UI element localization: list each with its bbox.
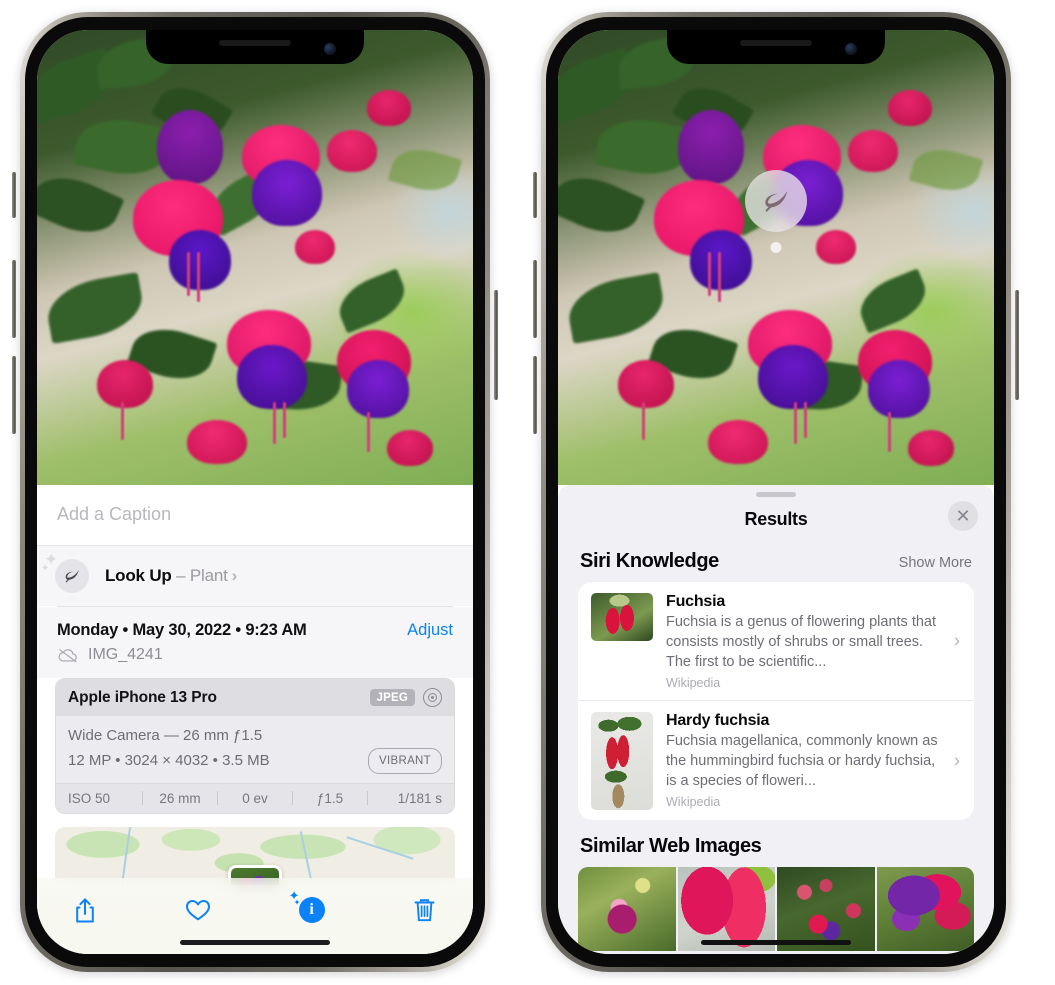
result-title: Fuchsia bbox=[666, 593, 726, 610]
siri-knowledge-header: Siri Knowledge Show More bbox=[558, 544, 994, 582]
siri-knowledge-card: Fuchsia Fuchsia is a genus of flowering … bbox=[578, 582, 974, 820]
favorite-button[interactable] bbox=[176, 890, 220, 930]
front-camera-icon bbox=[324, 43, 336, 55]
silent-switch[interactable] bbox=[12, 172, 16, 218]
result-title: Hardy fuchsia bbox=[666, 712, 770, 729]
notch-right bbox=[667, 30, 885, 64]
similar-web-images-strip[interactable] bbox=[578, 867, 974, 951]
volume-down-button[interactable] bbox=[12, 356, 16, 434]
phone-bezel-left: Add a Caption ✦ ✦ Look Up – Plant › Mond… bbox=[25, 17, 485, 967]
exif-aperture: ƒ1.5 bbox=[316, 790, 344, 806]
result-source: Wikipedia bbox=[666, 795, 721, 809]
location-map-preview[interactable] bbox=[55, 826, 455, 885]
list-item[interactable]: Hardy fuchsia Fuchsia magellanica, commo… bbox=[578, 700, 974, 820]
exif-ev: 0 ev bbox=[242, 790, 268, 806]
file-name: IMG_4241 bbox=[88, 646, 163, 663]
leaf-icon: ✦ ✦ bbox=[41, 551, 89, 593]
camera-info-card: Apple iPhone 13 Pro JPEG Wide Camera — 2… bbox=[55, 678, 455, 814]
camera-device: Apple iPhone 13 Pro bbox=[68, 688, 217, 706]
chevron-right-icon: › bbox=[231, 566, 238, 585]
camera-header: Apple iPhone 13 Pro JPEG bbox=[56, 679, 454, 716]
exif-focal: 26 mm bbox=[159, 790, 201, 806]
photo-foliage bbox=[558, 30, 994, 485]
adjust-button[interactable]: Adjust bbox=[407, 621, 453, 640]
similar-web-images-title: Similar Web Images bbox=[580, 835, 762, 857]
volume-up-button[interactable] bbox=[533, 260, 537, 338]
photo-viewer-left[interactable] bbox=[37, 30, 473, 485]
photo-date: Monday • May 30, 2022 • 9:23 AM bbox=[57, 621, 307, 639]
result-description: Fuchsia magellanica, commonly known as t… bbox=[666, 733, 938, 789]
cloud-slash-icon bbox=[57, 648, 79, 663]
silent-switch[interactable] bbox=[533, 172, 537, 218]
info-button[interactable]: ✦ ✦ i bbox=[289, 889, 334, 930]
results-title: Results bbox=[744, 509, 808, 529]
volume-down-button[interactable] bbox=[533, 356, 537, 434]
siri-knowledge-title: Siri Knowledge bbox=[580, 550, 719, 572]
web-image-thumbnail[interactable] bbox=[677, 867, 775, 951]
sparkle-icon-small: ✦ bbox=[293, 898, 301, 907]
results-sheet: Results ✕ Siri Knowledge Show More Fuchs… bbox=[558, 485, 994, 954]
camera-spec-line: 12 MP • 3024 × 4032 • 3.5 MB bbox=[68, 751, 270, 769]
front-camera-icon bbox=[845, 43, 857, 55]
photo-foliage bbox=[37, 30, 473, 485]
format-badge: JPEG bbox=[369, 689, 415, 706]
web-image-thumbnail[interactable] bbox=[578, 867, 676, 951]
caption-input[interactable]: Add a Caption bbox=[37, 485, 473, 546]
delete-button[interactable] bbox=[403, 890, 447, 930]
notch-left bbox=[146, 30, 364, 64]
list-item[interactable]: Fuchsia Fuchsia is a genus of flowering … bbox=[578, 582, 974, 700]
iphone-right: Results ✕ Siri Knowledge Show More Fuchs… bbox=[533, 12, 1019, 972]
screenshot-stage: Add a Caption ✦ ✦ Look Up – Plant › Mond… bbox=[0, 0, 1055, 985]
look-up-row[interactable]: ✦ ✦ Look Up – Plant › bbox=[37, 546, 473, 606]
chevron-right-icon: › bbox=[954, 630, 960, 651]
power-button[interactable] bbox=[1015, 290, 1019, 400]
exif-shutter: 1/181 s bbox=[397, 790, 442, 806]
photo-viewer-right[interactable] bbox=[558, 30, 994, 485]
camera-badges: JPEG bbox=[369, 688, 442, 707]
web-image-thumbnail[interactable] bbox=[876, 867, 974, 951]
earpiece-speaker bbox=[740, 40, 812, 46]
home-indicator[interactable] bbox=[180, 940, 330, 945]
look-up-text: Look Up bbox=[105, 566, 172, 585]
similar-web-images-header: Similar Web Images bbox=[558, 820, 994, 867]
result-description: Fuchsia is a genus of flowering plants t… bbox=[666, 614, 937, 670]
iphone-left: Add a Caption ✦ ✦ Look Up – Plant › Mond… bbox=[12, 12, 498, 972]
close-icon[interactable]: ✕ bbox=[948, 501, 978, 531]
info-icon: i bbox=[298, 897, 325, 923]
home-indicator[interactable] bbox=[701, 940, 851, 945]
style-badge: VIBRANT bbox=[368, 748, 442, 774]
camera-spec-row: 12 MP • 3024 × 4032 • 3.5 MB VIBRANT bbox=[68, 748, 442, 774]
camera-lens-line: Wide Camera — 26 mm ƒ1.5 bbox=[68, 727, 263, 744]
look-up-dash: – bbox=[171, 566, 190, 585]
earpiece-speaker bbox=[219, 40, 291, 46]
result-thumbnail bbox=[591, 712, 653, 810]
exif-iso: ISO 50 bbox=[68, 790, 111, 806]
screen-right: Results ✕ Siri Knowledge Show More Fuchs… bbox=[558, 30, 994, 954]
power-button[interactable] bbox=[494, 290, 498, 400]
result-body: Hardy fuchsia Fuchsia magellanica, commo… bbox=[666, 712, 962, 809]
look-up-subject: Plant bbox=[189, 566, 228, 585]
result-source: Wikipedia bbox=[666, 676, 721, 690]
exif-row: ISO 50 26 mm 0 ev ƒ1.5 1/181 s bbox=[56, 782, 454, 813]
chevron-right-icon: › bbox=[954, 750, 960, 770]
share-button[interactable] bbox=[63, 890, 107, 930]
look-up-label: Look Up – Plant › bbox=[105, 566, 237, 586]
volume-up-button[interactable] bbox=[12, 260, 16, 338]
visual-look-up-badge[interactable] bbox=[745, 170, 807, 232]
result-body: Fuchsia Fuchsia is a genus of flowering … bbox=[666, 593, 962, 690]
sparkle-icon-small: ✦ bbox=[41, 563, 50, 574]
phone-bezel-right: Results ✕ Siri Knowledge Show More Fuchs… bbox=[546, 17, 1006, 967]
show-more-button[interactable]: Show More bbox=[899, 555, 972, 571]
results-header: Results ✕ bbox=[558, 497, 994, 544]
file-row: IMG_4241 bbox=[37, 642, 473, 678]
web-image-thumbnail[interactable] bbox=[777, 867, 875, 951]
aperture-icon bbox=[423, 688, 442, 707]
screen-left: Add a Caption ✦ ✦ Look Up – Plant › Mond… bbox=[37, 30, 473, 954]
result-thumbnail bbox=[591, 593, 653, 641]
camera-body: Wide Camera — 26 mm ƒ1.5 12 MP • 3024 × … bbox=[56, 716, 454, 783]
date-row: Monday • May 30, 2022 • 9:23 AM Adjust bbox=[37, 607, 473, 642]
